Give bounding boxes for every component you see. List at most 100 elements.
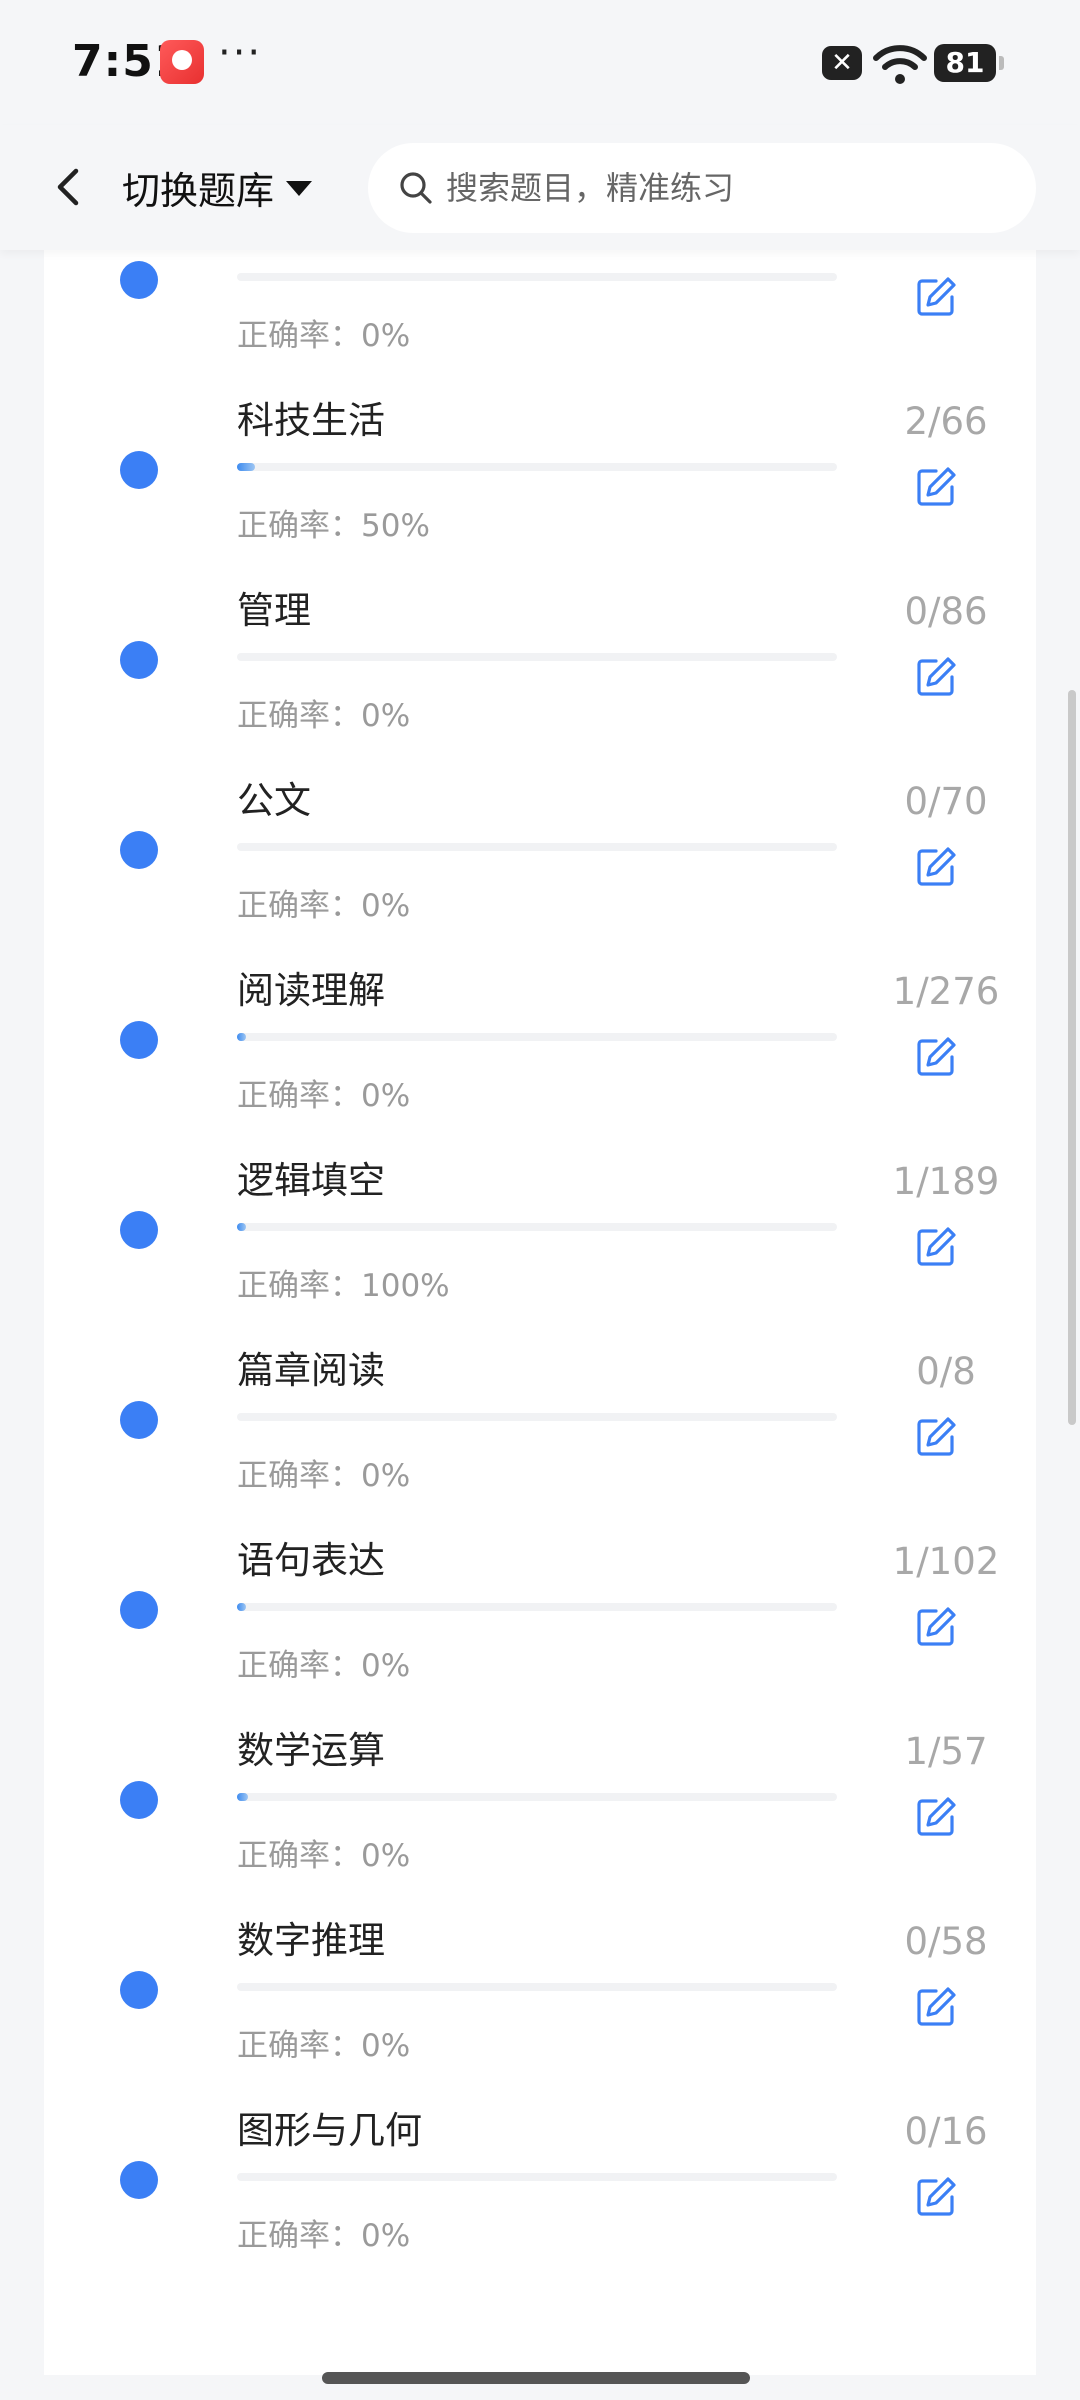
progress-track	[237, 273, 837, 281]
category-dot	[120, 1211, 158, 1249]
accuracy-label: 正确率：	[237, 698, 361, 734]
edit-practice-icon[interactable]	[914, 1795, 958, 1839]
accuracy-label: 正确率：	[237, 1268, 361, 1304]
switch-bank-dropdown[interactable]: 切换题库	[122, 157, 313, 217]
question-count: 1/102	[892, 1540, 1000, 1583]
progress-track	[237, 1603, 837, 1611]
progress-track	[237, 653, 837, 661]
category-dot	[120, 451, 158, 489]
category-dot	[120, 1971, 158, 2009]
category-row[interactable]: 公文 正确率：0% 0/70	[44, 750, 1036, 940]
muted-x-icon: ✕	[822, 46, 862, 80]
progress-track	[237, 1033, 837, 1041]
search-icon	[400, 172, 432, 204]
progress-track	[237, 2173, 837, 2181]
edit-practice-icon[interactable]	[914, 2175, 958, 2219]
scrollbar[interactable]	[1068, 690, 1076, 1425]
accuracy-text: 正确率：100%	[237, 1260, 450, 1305]
edit-practice-icon[interactable]	[914, 275, 958, 319]
progress-fill	[237, 1603, 246, 1611]
accuracy-text: 正确率：0%	[237, 1830, 410, 1875]
category-row[interactable]: 图形与几何 正确率：0% 0/16	[44, 2080, 1036, 2270]
category-name: 管理	[237, 589, 311, 632]
category-row[interactable]: 篇章阅读 正确率：0% 0/8	[44, 1320, 1036, 1510]
category-name: 地理国情	[237, 250, 385, 254]
category-dot	[120, 1591, 158, 1629]
edit-practice-icon[interactable]	[914, 1035, 958, 1079]
edit-practice-icon[interactable]	[914, 1415, 958, 1459]
edit-practice-icon[interactable]	[914, 1605, 958, 1649]
question-count: 0/58	[904, 1920, 988, 1963]
question-count: 1/276	[892, 970, 1000, 1013]
top-nav-bar: 切换题库	[0, 125, 1080, 250]
accuracy-value: 100%	[361, 1268, 450, 1304]
accuracy-label: 正确率：	[237, 1648, 361, 1684]
category-dot	[120, 1781, 158, 1819]
progress-track	[237, 1223, 837, 1231]
category-row[interactable]: 科技生活 正确率：50% 2/66	[44, 370, 1036, 560]
progress-fill	[237, 1793, 248, 1801]
category-list-card: 正确率：0% 地理国情 正确率：0% 0/50 科技生活 正确率：50% 2/6…	[44, 250, 1036, 2375]
question-count: 0/70	[904, 780, 988, 823]
accuracy-value: 50%	[361, 508, 430, 544]
edit-practice-icon[interactable]	[914, 655, 958, 699]
search-bar[interactable]	[368, 143, 1036, 233]
category-row[interactable]: 逻辑填空 正确率：100% 1/189	[44, 1130, 1036, 1320]
accuracy-value: 0%	[361, 698, 411, 734]
category-dot	[120, 831, 158, 869]
category-dot	[120, 2161, 158, 2199]
accuracy-label: 正确率：	[237, 508, 361, 544]
category-dot	[120, 1401, 158, 1439]
question-count: 1/57	[904, 1730, 988, 1773]
accuracy-text: 正确率：0%	[237, 2210, 410, 2255]
accuracy-value: 0%	[361, 1458, 411, 1494]
accuracy-text: 正确率：0%	[237, 310, 410, 355]
accuracy-value: 0%	[361, 888, 411, 924]
accuracy-value: 0%	[361, 2218, 411, 2254]
category-name: 阅读理解	[237, 969, 385, 1012]
category-list: 正确率：0% 地理国情 正确率：0% 0/50 科技生活 正确率：50% 2/6…	[44, 250, 1036, 2270]
category-name: 数字推理	[237, 1919, 385, 1962]
back-arrow-icon[interactable]	[40, 155, 104, 219]
accuracy-text: 正确率：0%	[237, 2020, 410, 2065]
progress-fill	[237, 1223, 246, 1231]
category-row[interactable]: 数字推理 正确率：0% 0/58	[44, 1890, 1036, 2080]
edit-practice-icon[interactable]	[914, 1225, 958, 1269]
question-count: 2/66	[904, 400, 988, 443]
accuracy-label: 正确率：	[237, 1838, 361, 1874]
category-name: 篇章阅读	[237, 1349, 385, 1392]
category-row[interactable]: 管理 正确率：0% 0/86	[44, 560, 1036, 750]
edit-practice-icon[interactable]	[914, 845, 958, 889]
home-indicator[interactable]	[322, 2372, 750, 2384]
caret-down-icon	[286, 180, 313, 196]
accuracy-text: 正确率：0%	[237, 1070, 410, 1115]
search-input[interactable]	[444, 168, 1008, 208]
category-dot	[120, 261, 158, 299]
edit-practice-icon[interactable]	[914, 465, 958, 509]
battery-icon: 81	[934, 44, 1004, 82]
category-name: 语句表达	[237, 1539, 385, 1582]
progress-fill	[237, 463, 255, 471]
accuracy-value: 0%	[361, 2028, 411, 2064]
switch-bank-label: 切换题库	[122, 168, 275, 213]
question-count: 0/16	[904, 2110, 988, 2153]
category-row[interactable]: 数学运算 正确率：0% 1/57	[44, 1700, 1036, 1890]
accuracy-text: 正确率：0%	[237, 1450, 410, 1495]
progress-track	[237, 1793, 837, 1801]
category-name: 公文	[237, 779, 311, 822]
accuracy-label: 正确率：	[237, 318, 361, 354]
category-row[interactable]: 阅读理解 正确率：0% 1/276	[44, 940, 1036, 1130]
category-name: 科技生活	[237, 399, 385, 442]
progress-track	[237, 1413, 837, 1421]
category-row[interactable]: 地理国情 正确率：0% 0/50	[44, 250, 1036, 370]
category-name: 图形与几何	[237, 2109, 422, 2152]
accuracy-label: 正确率：	[237, 1458, 361, 1494]
category-dot	[120, 1021, 158, 1059]
progress-fill	[237, 1033, 246, 1041]
accuracy-label: 正确率：	[237, 2028, 361, 2064]
category-row[interactable]: 语句表达 正确率：0% 1/102	[44, 1510, 1036, 1700]
edit-practice-icon[interactable]	[914, 1985, 958, 2029]
accuracy-value: 0%	[361, 1838, 411, 1874]
category-dot	[120, 641, 158, 679]
accuracy-text: 正确率：0%	[237, 880, 410, 925]
